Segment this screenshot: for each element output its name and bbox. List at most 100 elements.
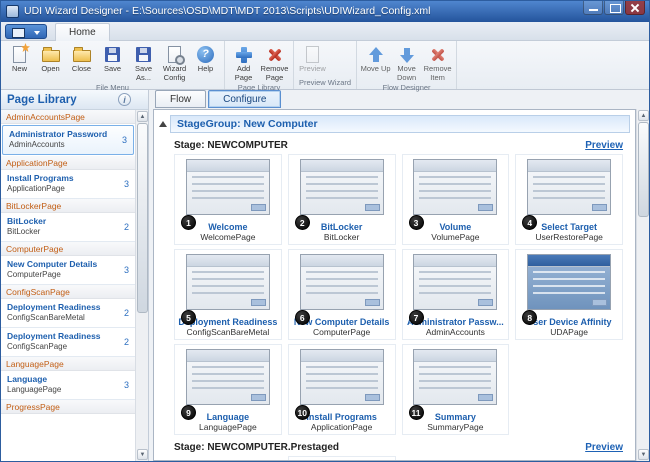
page-card-summary[interactable]: 11 Summary SummaryPage	[402, 344, 510, 435]
save-as-floppy-icon	[128, 43, 159, 65]
page-card-bitlocker[interactable]: 2 BitLocker BitLocker	[288, 154, 396, 245]
page-number-badge: 10	[295, 405, 310, 420]
new-page-icon	[4, 43, 35, 65]
page-thumbnail	[186, 159, 270, 215]
group-header-computerpage[interactable]: ComputerPage	[1, 242, 135, 256]
page-thumbnail	[300, 349, 384, 405]
new-button[interactable]: New	[4, 42, 35, 75]
preview-link[interactable]: Preview	[585, 140, 623, 151]
group-header-applicationpage[interactable]: ApplicationPage	[1, 156, 135, 170]
page-library-list: AdminAccountsPage Administrator Password…	[1, 110, 135, 461]
add-plus-icon	[228, 43, 259, 65]
scrollbar-thumb[interactable]	[137, 123, 148, 313]
save-button[interactable]: Save	[97, 42, 128, 75]
view-tabs: Flow Configure	[155, 90, 283, 109]
page-card-select-target[interactable]: 4 Select Target UserRestorePage	[515, 154, 623, 245]
scroll-down-icon[interactable]: ▼	[638, 449, 649, 460]
tab-flow[interactable]: Flow	[155, 90, 206, 108]
page-card-new-computer-details[interactable]: 6 New Computer Details ComputerPage	[288, 249, 396, 340]
preview-link[interactable]: Preview	[585, 442, 623, 453]
scroll-up-icon[interactable]: ▲	[638, 110, 649, 121]
minimize-button[interactable]	[583, 1, 603, 15]
scrollbar-thumb[interactable]	[638, 122, 649, 217]
page-library-sidebar: Page Library i AdminAccountsPage Adminis…	[1, 90, 149, 461]
page-card-language[interactable]: 9 Language LanguagePage	[174, 344, 282, 435]
page-thumbnail	[527, 159, 611, 215]
application-menu-button[interactable]	[5, 24, 47, 39]
item-count: 3	[124, 265, 129, 275]
group-header-configscanpage[interactable]: ConfigScanPage	[1, 285, 135, 299]
library-item-bitlocker[interactable]: BitLocker BitLocker 2	[1, 213, 135, 242]
wizard-config-button[interactable]: Wizard Config	[159, 42, 190, 83]
ribbon-tab-row: Home	[1, 22, 649, 41]
page-card-user-device-affinity[interactable]: 8 User Device Affinity UDAPage	[515, 249, 623, 340]
page-card-administrator-password[interactable]: 7 Administrator Passw... AdminAccounts	[402, 249, 510, 340]
page-flow-grid-prestaged	[174, 456, 623, 461]
ribbon-group-page-library: Add Page Remove Page Page Library	[225, 41, 294, 89]
collapse-caret-icon[interactable]	[159, 121, 167, 127]
library-item-new-computer-details[interactable]: New Computer Details ComputerPage 3	[1, 256, 135, 285]
maximize-button[interactable]	[604, 1, 624, 15]
window-title: UDI Wizard Designer - E:\Sources\OSD\MDT…	[24, 1, 431, 22]
page-number-badge: 7	[409, 310, 424, 325]
ribbon-group-preview-wizard: Preview Preview Wizard	[294, 41, 357, 89]
help-button[interactable]: Help	[190, 42, 221, 75]
sidebar-scrollbar[interactable]: ▲ ▼	[135, 110, 148, 461]
preview-page-icon	[297, 43, 328, 65]
group-header-languagepage[interactable]: LanguagePage	[1, 357, 135, 371]
page-thumbnail	[413, 159, 497, 215]
move-down-button[interactable]: Move Down	[391, 42, 422, 83]
tab-home[interactable]: Home	[55, 23, 110, 41]
page-number-badge: 6	[295, 310, 310, 325]
save-floppy-icon	[97, 43, 128, 65]
page-thumbnail	[300, 159, 384, 215]
page-thumbnail	[186, 349, 270, 405]
page-card-volume[interactable]: 3 Volume VolumePage	[402, 154, 510, 245]
info-icon[interactable]: i	[118, 93, 131, 106]
stage-group-header[interactable]: StageGroup: New Computer	[170, 115, 630, 133]
save-as-button[interactable]: Save As...	[128, 42, 159, 83]
group-header-bitlockerpage[interactable]: BitLockerPage	[1, 199, 135, 213]
page-library-header: Page Library i	[1, 90, 148, 110]
page-card-deployment-readiness[interactable]: 5 Deployment Readiness ConfigScanBareMet…	[174, 249, 282, 340]
library-item-administrator-password[interactable]: Administrator Password AdminAccounts 3	[2, 125, 134, 155]
add-page-button[interactable]: Add Page	[228, 42, 259, 83]
ribbon-group-label-preview-wizard: Preview Wizard	[297, 78, 353, 89]
item-count: 3	[124, 179, 129, 189]
page-card-install-programs[interactable]: 10 Install Programs ApplicationPage	[288, 344, 396, 435]
library-item-language[interactable]: Language LanguagePage 3	[1, 371, 135, 400]
library-item-deployment-readiness-baremetal[interactable]: Deployment Readiness ConfigScanBareMetal…	[1, 299, 135, 328]
page-thumbnail	[413, 254, 497, 310]
scroll-down-icon[interactable]: ▼	[137, 449, 148, 460]
udi-wizard-designer-window: UDI Wizard Designer - E:\Sources\OSD\MDT…	[0, 0, 650, 462]
move-up-button[interactable]: Move Up	[360, 42, 391, 75]
remove-x-icon	[259, 43, 290, 65]
app-icon	[6, 5, 19, 18]
main-scrollbar[interactable]: ▲ ▼	[636, 109, 649, 461]
preview-button[interactable]: Preview	[297, 42, 328, 75]
remove-item-button[interactable]: Remove Item	[422, 42, 453, 83]
item-count: 3	[124, 380, 129, 390]
scroll-up-icon[interactable]: ▲	[137, 111, 148, 122]
open-button[interactable]: Open	[35, 42, 66, 75]
close-folder-icon	[66, 43, 97, 65]
stage-label: Stage: NEWCOMPUTER	[174, 140, 288, 151]
page-card-partial[interactable]	[288, 456, 396, 461]
page-flow-grid: 1 Welcome WelcomePage 2 BitLocker BitLoc…	[174, 154, 623, 435]
page-thumbnail	[186, 254, 270, 310]
group-header-progresspage[interactable]: ProgressPage	[1, 400, 135, 414]
page-number-badge: 5	[181, 310, 196, 325]
item-count: 2	[124, 308, 129, 318]
help-icon	[190, 43, 221, 65]
remove-page-button[interactable]: Remove Page	[259, 42, 290, 83]
library-item-install-programs[interactable]: Install Programs ApplicationPage 3	[1, 170, 135, 199]
library-item-deployment-readiness-configscan[interactable]: Deployment Readiness ConfigScanPage 2	[1, 328, 135, 357]
tab-configure[interactable]: Configure	[208, 90, 281, 108]
stage-newcomputer: Stage: NEWCOMPUTER Preview 1 Welcome Wel…	[174, 140, 623, 435]
arrow-down-icon	[391, 43, 422, 65]
title-bar[interactable]: UDI Wizard Designer - E:\Sources\OSD\MDT…	[1, 1, 649, 22]
close-button[interactable]	[625, 1, 645, 15]
page-card-welcome[interactable]: 1 Welcome WelcomePage	[174, 154, 282, 245]
close-file-button[interactable]: Close	[66, 42, 97, 75]
group-header-adminaccountspage[interactable]: AdminAccountsPage	[1, 110, 135, 124]
